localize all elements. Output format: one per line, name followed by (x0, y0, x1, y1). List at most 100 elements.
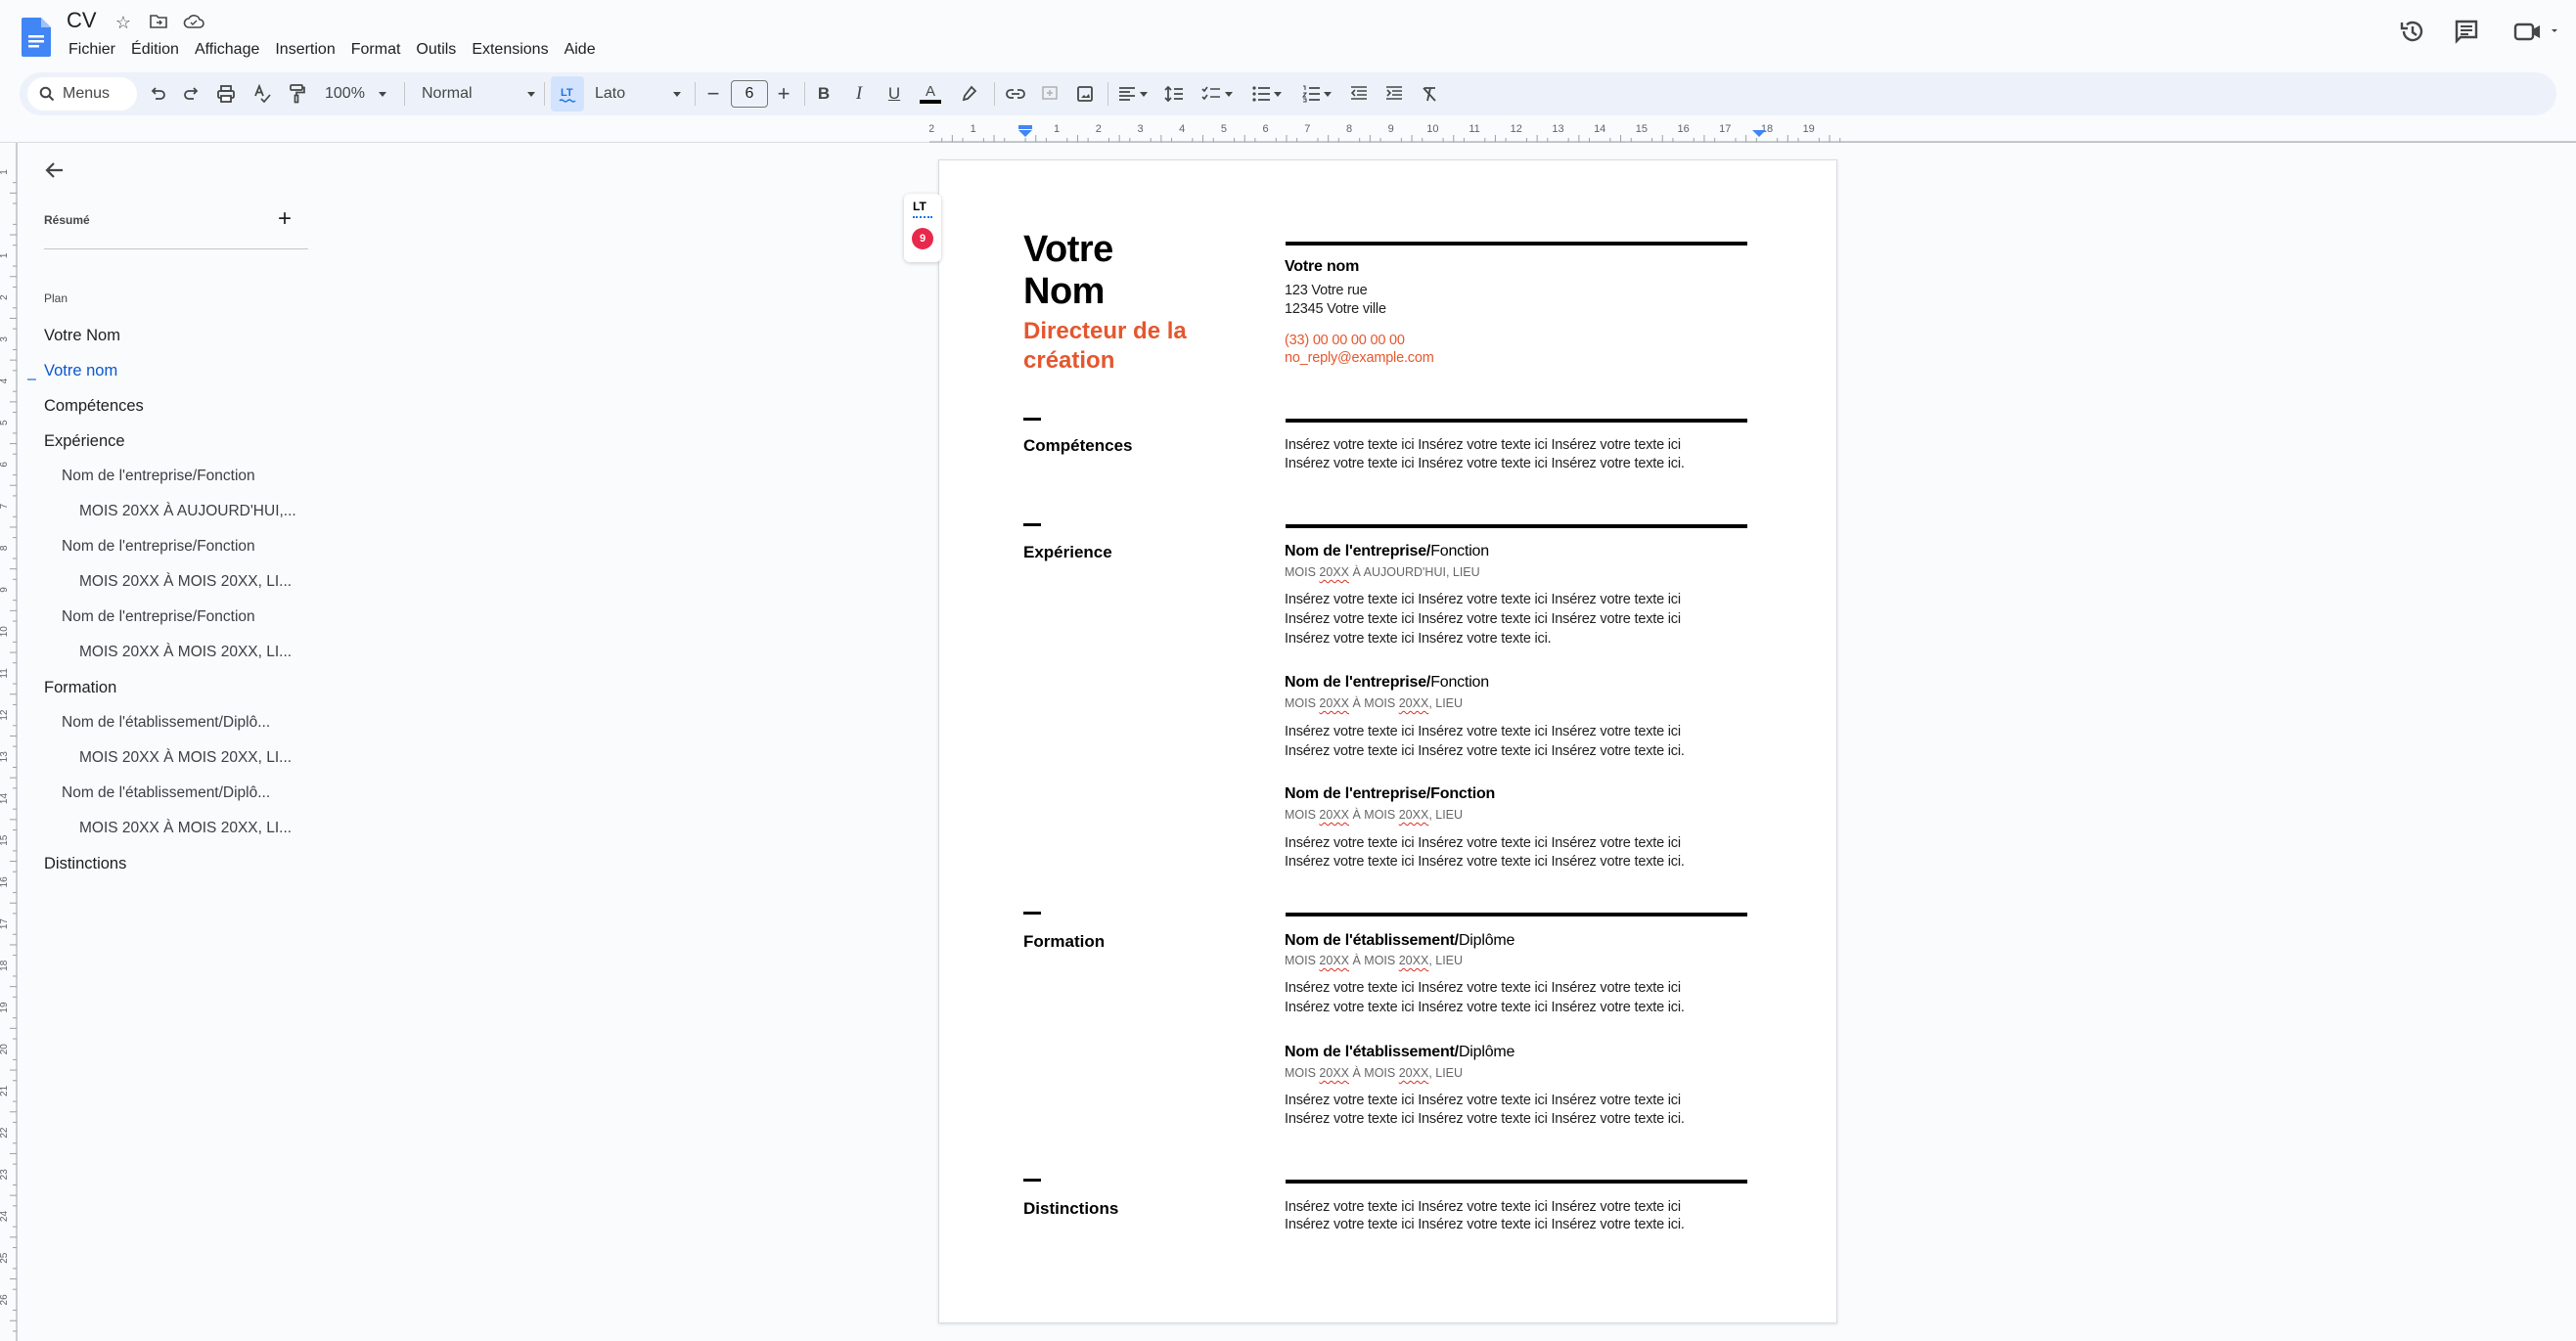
awards-text-line[interactable]: Insérez votre texte ici Insérez votre te… (1285, 1198, 1681, 1217)
spellcheck-button[interactable] (249, 80, 276, 108)
redo-button[interactable] (179, 80, 204, 108)
spelling-flagged-text[interactable]: 20XX (1319, 808, 1349, 822)
meet-button[interactable] (2512, 18, 2561, 47)
contact-street[interactable]: 123 Votre rue (1285, 282, 1368, 300)
section-heading-awards[interactable]: Distinctions (1023, 1199, 1118, 1219)
resume-name-line-1[interactable]: Votre (1023, 229, 1113, 270)
outline-item[interactable]: Compétences (44, 397, 144, 416)
highlight-color-button[interactable] (956, 80, 981, 108)
checklist-select[interactable] (1199, 80, 1235, 108)
menu-help[interactable]: Aide (557, 39, 604, 61)
star-icon[interactable]: ☆ (113, 12, 134, 33)
document-title[interactable]: CV (67, 8, 97, 33)
job-dates[interactable]: MOIS 20XX À MOIS 20XX, LIEU (1285, 696, 1463, 710)
education-description-line[interactable]: Insérez votre texte ici Insérez votre te… (1285, 999, 1685, 1017)
spelling-flagged-text[interactable]: 20XX (1399, 954, 1429, 967)
menu-edit[interactable]: Édition (123, 39, 187, 61)
bold-button[interactable]: B (812, 80, 836, 108)
outline-item[interactable]: MOIS 20XX À MOIS 20XX, LI... (79, 573, 292, 591)
menu-insert[interactable]: Insertion (267, 39, 342, 61)
font-size-input[interactable]: 6 (731, 80, 768, 108)
outline-item[interactable]: Nom de l'entreprise/Fonction (62, 538, 255, 556)
underline-button[interactable]: U (882, 80, 906, 108)
spelling-flagged-text[interactable]: 20XX (1399, 1066, 1429, 1080)
menu-file[interactable]: Fichier (61, 39, 123, 61)
version-history-icon[interactable] (2399, 18, 2428, 47)
decrease-font-size-button[interactable]: − (702, 80, 724, 108)
close-outline-back-icon[interactable] (43, 158, 70, 186)
menu-tools[interactable]: Outils (408, 39, 464, 61)
outline-item[interactable]: MOIS 20XX À MOIS 20XX, LI... (79, 749, 292, 767)
job-dates[interactable]: MOIS 20XX À MOIS 20XX, LIEU (1285, 808, 1463, 822)
menu-search-box[interactable]: Menus (27, 77, 137, 111)
outline-item[interactable]: Nom de l'entreprise/Fonction (62, 608, 255, 626)
resume-title-line-1[interactable]: Directeur de la (1023, 317, 1187, 346)
section-heading-experience[interactable]: Expérience (1023, 543, 1112, 562)
contact-phone[interactable]: (33) 00 00 00 00 00 (1285, 332, 1405, 350)
contact-city[interactable]: 12345 Votre ville (1285, 300, 1386, 319)
outline-item[interactable]: Votre nom (44, 362, 117, 380)
menu-extensions[interactable]: Extensions (464, 39, 556, 61)
spelling-flagged-text[interactable]: 20XX (1319, 696, 1349, 710)
job-description-line[interactable]: Insérez votre texte ici Insérez votre te… (1285, 723, 1681, 741)
skills-text-line[interactable]: Insérez votre texte ici Insérez votre te… (1285, 455, 1685, 473)
outline-item[interactable]: Distinctions (44, 855, 126, 873)
vertical-ruler[interactable]: 1123456789101112131415161718192021222324… (0, 143, 18, 1341)
decrease-indent-button[interactable] (1346, 80, 1372, 108)
job-description-line[interactable]: Insérez votre texte ici Insérez votre te… (1285, 610, 1681, 629)
add-summary-button[interactable]: + (278, 207, 292, 231)
spelling-flagged-text[interactable]: 20XX (1319, 565, 1349, 579)
line-spacing-button[interactable] (1161, 80, 1187, 108)
clear-formatting-button[interactable] (1417, 80, 1442, 108)
undo-button[interactable] (145, 80, 170, 108)
print-button[interactable] (212, 80, 240, 108)
font-family-select[interactable]: Lato (595, 80, 681, 108)
resume-title-line-2[interactable]: création (1023, 346, 1114, 376)
job-description-line[interactable]: Insérez votre texte ici Insérez votre te… (1285, 853, 1685, 872)
menu-view[interactable]: Affichage (187, 39, 267, 61)
education-description-line[interactable]: Insérez votre texte ici Insérez votre te… (1285, 979, 1681, 998)
bulleted-list-select[interactable] (1249, 80, 1285, 108)
increase-font-size-button[interactable]: + (773, 80, 794, 108)
numbered-list-select[interactable] (1299, 80, 1334, 108)
awards-text-line[interactable]: Insérez votre texte ici Insérez votre te… (1285, 1216, 1685, 1234)
resume-name-line-2[interactable]: Nom (1023, 271, 1105, 312)
paint-format-button[interactable] (284, 80, 311, 108)
increase-indent-button[interactable] (1381, 80, 1407, 108)
education-description-line[interactable]: Insérez votre texte ici Insérez votre te… (1285, 1110, 1685, 1129)
move-folder-icon[interactable] (148, 12, 169, 33)
docs-logo-icon[interactable] (22, 18, 51, 57)
job-description-line[interactable]: Insérez votre texte ici Insérez votre te… (1285, 834, 1681, 853)
skills-text-line[interactable]: Insérez votre texte ici Insérez votre te… (1285, 436, 1681, 455)
left-indent-marker[interactable] (1018, 125, 1032, 137)
outline-item[interactable]: Expérience (44, 432, 125, 451)
paragraph-style-select[interactable]: Normal (422, 80, 535, 108)
languagetool-button[interactable]: LT (551, 76, 584, 112)
outline-item[interactable]: Nom de l'entreprise/Fonction (62, 468, 255, 485)
spelling-flagged-text[interactable]: 20XX (1319, 954, 1349, 967)
italic-button[interactable]: I (847, 80, 871, 108)
job-description-line[interactable]: Insérez votre texte ici Insérez votre te… (1285, 742, 1685, 761)
outline-item[interactable]: Votre Nom (44, 327, 120, 345)
education-dates[interactable]: MOIS 20XX À MOIS 20XX, LIEU (1285, 954, 1463, 967)
comments-icon[interactable] (2453, 18, 2482, 47)
education-heading[interactable]: Nom de l'établissement/Diplôme (1285, 1044, 1514, 1061)
education-heading[interactable]: Nom de l'établissement/Diplôme (1285, 932, 1514, 950)
section-heading-skills[interactable]: Compétences (1023, 436, 1132, 456)
languagetool-widget[interactable]: LT 9 (904, 194, 941, 262)
job-heading[interactable]: Nom de l'entreprise/Fonction (1285, 543, 1489, 560)
outline-item[interactable]: Nom de l'établissement/Diplô... (62, 714, 270, 732)
text-color-button[interactable]: A (918, 80, 943, 108)
insert-image-button[interactable] (1072, 80, 1098, 108)
education-dates[interactable]: MOIS 20XX À MOIS 20XX, LIEU (1285, 1066, 1463, 1080)
spelling-flagged-text[interactable]: 20XX (1319, 1066, 1349, 1080)
languagetool-issue-count-badge[interactable]: 9 (912, 228, 933, 249)
outline-item[interactable]: Formation (44, 679, 116, 697)
align-select[interactable] (1115, 80, 1151, 108)
job-description-line[interactable]: Insérez votre texte ici Insérez votre te… (1285, 630, 1552, 648)
job-description-line[interactable]: Insérez votre texte ici Insérez votre te… (1285, 591, 1681, 609)
outline-item[interactable]: Nom de l'établissement/Diplô... (62, 784, 270, 802)
contact-name[interactable]: Votre nom (1285, 258, 1359, 276)
insert-link-button[interactable] (1002, 80, 1029, 108)
zoom-select[interactable]: 100% (325, 80, 386, 108)
